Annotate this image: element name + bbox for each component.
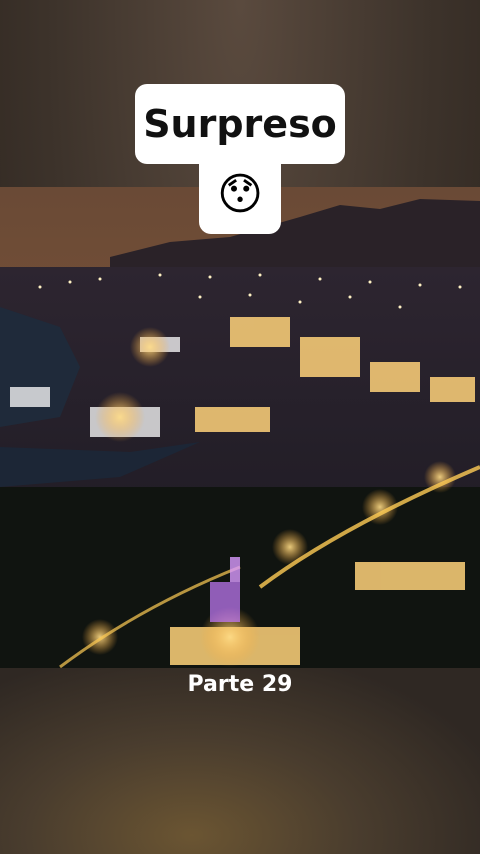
caption-title: Surpreso <box>143 102 337 146</box>
emoji-box: 😯 <box>199 156 281 234</box>
night-city-illustration <box>0 187 480 668</box>
night-city-photo <box>0 187 480 668</box>
caption-box: Surpreso <box>135 84 345 164</box>
surprised-face-icon: 😯 <box>217 169 263 220</box>
part-label: Parte 29 <box>187 672 293 697</box>
